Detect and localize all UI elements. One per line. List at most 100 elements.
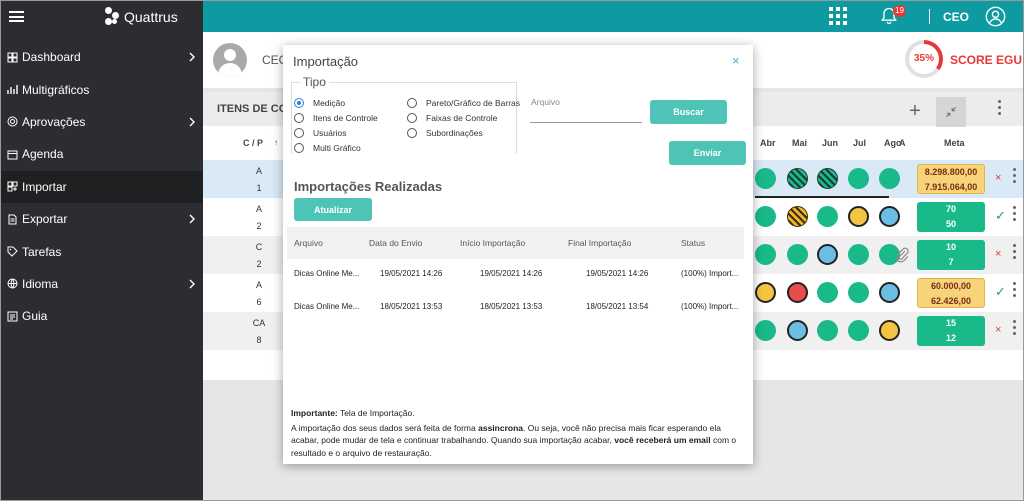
radio-itens-de-controle[interactable]: Itens de Controle bbox=[294, 113, 378, 123]
sidebar-item-guia[interactable]: Guia bbox=[1, 300, 203, 332]
meta-target: 10 bbox=[945, 242, 956, 252]
sidebar-item-agenda[interactable]: Agenda bbox=[1, 138, 203, 170]
row-more-icon[interactable] bbox=[1013, 282, 1017, 302]
user-account-icon[interactable] bbox=[985, 6, 1006, 27]
status-indicator[interactable] bbox=[817, 244, 838, 265]
enviar-button[interactable]: Enviar bbox=[669, 141, 746, 165]
row-c: A bbox=[255, 280, 262, 290]
status-indicator[interactable] bbox=[879, 282, 900, 303]
status-indicator[interactable] bbox=[755, 282, 776, 303]
sidebar-item-dashboard[interactable]: Dashboard bbox=[1, 41, 203, 73]
tipo-legend: Tipo bbox=[300, 75, 329, 89]
status-indicator[interactable] bbox=[848, 244, 869, 265]
sidebar-item-aprovacoes[interactable]: Aprovações bbox=[1, 106, 203, 138]
status-indicator[interactable] bbox=[787, 168, 808, 189]
paperclip-icon[interactable] bbox=[894, 247, 910, 263]
radio-faixas-de-controle[interactable]: Faixas de Controle bbox=[407, 113, 497, 123]
close-icon[interactable]: × bbox=[732, 53, 740, 68]
status-indicator[interactable] bbox=[787, 282, 808, 303]
meta-actual: 12 bbox=[945, 333, 956, 343]
radio-button[interactable] bbox=[407, 128, 417, 138]
menu-icon[interactable] bbox=[9, 11, 24, 22]
column-month: Jul bbox=[853, 138, 867, 148]
radio-button[interactable] bbox=[294, 98, 304, 108]
user-name[interactable]: CEO bbox=[943, 10, 969, 24]
sort-arrow-icon[interactable]: ↑ bbox=[274, 138, 278, 147]
check-icon: ✓ bbox=[995, 284, 1006, 299]
add-icon[interactable]: + bbox=[900, 97, 930, 127]
radio-subordinacoes[interactable]: Subordinações bbox=[407, 128, 483, 138]
status-indicator[interactable] bbox=[848, 320, 869, 341]
document-icon bbox=[7, 214, 18, 225]
imports-cell: 19/05/2021 14:26 bbox=[480, 269, 543, 278]
brand-name: Quattrus bbox=[124, 8, 178, 25]
imports-column-header: Início Importação bbox=[460, 238, 526, 248]
dashboard-icon bbox=[7, 52, 18, 63]
imports-column-header: Status bbox=[681, 238, 706, 248]
status-indicator[interactable] bbox=[848, 282, 869, 303]
radio-multi-grafico[interactable]: Multi Gráfico bbox=[294, 143, 361, 153]
row-more-icon[interactable] bbox=[1013, 206, 1017, 226]
sidebar-item-multigraficos[interactable]: Multigráficos bbox=[1, 73, 203, 105]
sidebar-item-label: Guia bbox=[22, 309, 48, 324]
status-indicator[interactable] bbox=[787, 320, 808, 341]
status-indicator[interactable] bbox=[787, 206, 808, 227]
column-month: Mai bbox=[792, 138, 808, 148]
column-month: Jun bbox=[822, 138, 839, 148]
sidebar-item-label: Multigráficos bbox=[22, 82, 90, 97]
sidebar-item-exportar[interactable]: Exportar bbox=[1, 203, 203, 235]
score-gauge: 35% bbox=[905, 40, 943, 78]
radio-pareto-grafico-de-barras[interactable]: Pareto/Gráfico de Barras bbox=[407, 98, 520, 108]
radio-button[interactable] bbox=[407, 98, 417, 108]
import-note: Importante: Tela de Importação. A import… bbox=[291, 407, 746, 461]
status-indicator[interactable] bbox=[879, 168, 900, 189]
imports-row[interactable]: Dicas Online Me... 18/05/2021 13:53 18/05/… bbox=[287, 291, 744, 323]
row-more-icon[interactable] bbox=[1013, 168, 1017, 188]
radio-medicao[interactable]: Medição bbox=[294, 98, 345, 108]
sidebar: Quattrus Dashboard Multigráficos Aprovaçõe… bbox=[1, 1, 203, 500]
meta-actual: 62.426,00 bbox=[930, 296, 972, 306]
status-indicator[interactable] bbox=[817, 168, 838, 189]
note-bold-1: assincrona bbox=[478, 422, 523, 433]
status-indicator[interactable] bbox=[848, 168, 869, 189]
status-indicator[interactable] bbox=[787, 244, 808, 265]
sidebar-item-label: Importar bbox=[22, 179, 67, 194]
row-c: CA bbox=[252, 318, 266, 328]
sidebar-item-tarefas[interactable]: Tarefas bbox=[1, 235, 203, 267]
status-indicator[interactable] bbox=[755, 244, 776, 265]
status-indicator[interactable] bbox=[879, 206, 900, 227]
sidebar-item-idioma[interactable]: Idioma bbox=[1, 268, 203, 300]
radio-button[interactable] bbox=[407, 113, 417, 123]
status-indicator[interactable] bbox=[755, 320, 776, 341]
notification-badge: 19 bbox=[893, 5, 906, 17]
note-label-text: Tela de Importação. bbox=[337, 408, 415, 418]
buscar-button[interactable]: Buscar bbox=[650, 100, 727, 124]
status-indicator[interactable] bbox=[879, 320, 900, 341]
radio-button[interactable] bbox=[294, 128, 304, 138]
status-indicator[interactable] bbox=[755, 206, 776, 227]
radio-button[interactable] bbox=[294, 143, 304, 153]
sidebar-nav: Dashboard Multigráficos Aprovações Agenda Im… bbox=[1, 41, 203, 333]
table-more-icon[interactable] bbox=[998, 100, 1002, 118]
status-indicator[interactable] bbox=[817, 282, 838, 303]
apps-grid-icon[interactable] bbox=[829, 7, 847, 25]
sidebar-item-importar[interactable]: Importar bbox=[1, 170, 203, 203]
radio-button[interactable] bbox=[294, 113, 304, 123]
status-indicator[interactable] bbox=[755, 168, 776, 189]
column-month: Abr bbox=[760, 138, 776, 148]
row-more-icon[interactable] bbox=[1013, 244, 1017, 264]
collapse-icon[interactable] bbox=[936, 97, 966, 127]
cross-icon: × bbox=[995, 248, 1002, 260]
status-indicator[interactable] bbox=[817, 320, 838, 341]
radio-usuarios[interactable]: Usuários bbox=[294, 128, 347, 138]
row-more-icon[interactable] bbox=[1013, 320, 1017, 340]
arquivo-input[interactable] bbox=[530, 109, 642, 123]
imports-row[interactable]: Dicas Online Me... 19/05/2021 14:26 19/05/… bbox=[287, 259, 744, 291]
row-c: A bbox=[255, 166, 262, 176]
status-indicator[interactable] bbox=[817, 206, 838, 227]
column-cp[interactable]: C / P bbox=[243, 138, 263, 148]
chevron-right-icon bbox=[189, 213, 195, 224]
status-indicator[interactable] bbox=[848, 206, 869, 227]
atualizar-button[interactable]: Atualizar bbox=[294, 198, 372, 221]
chevron-right-icon bbox=[189, 278, 195, 289]
